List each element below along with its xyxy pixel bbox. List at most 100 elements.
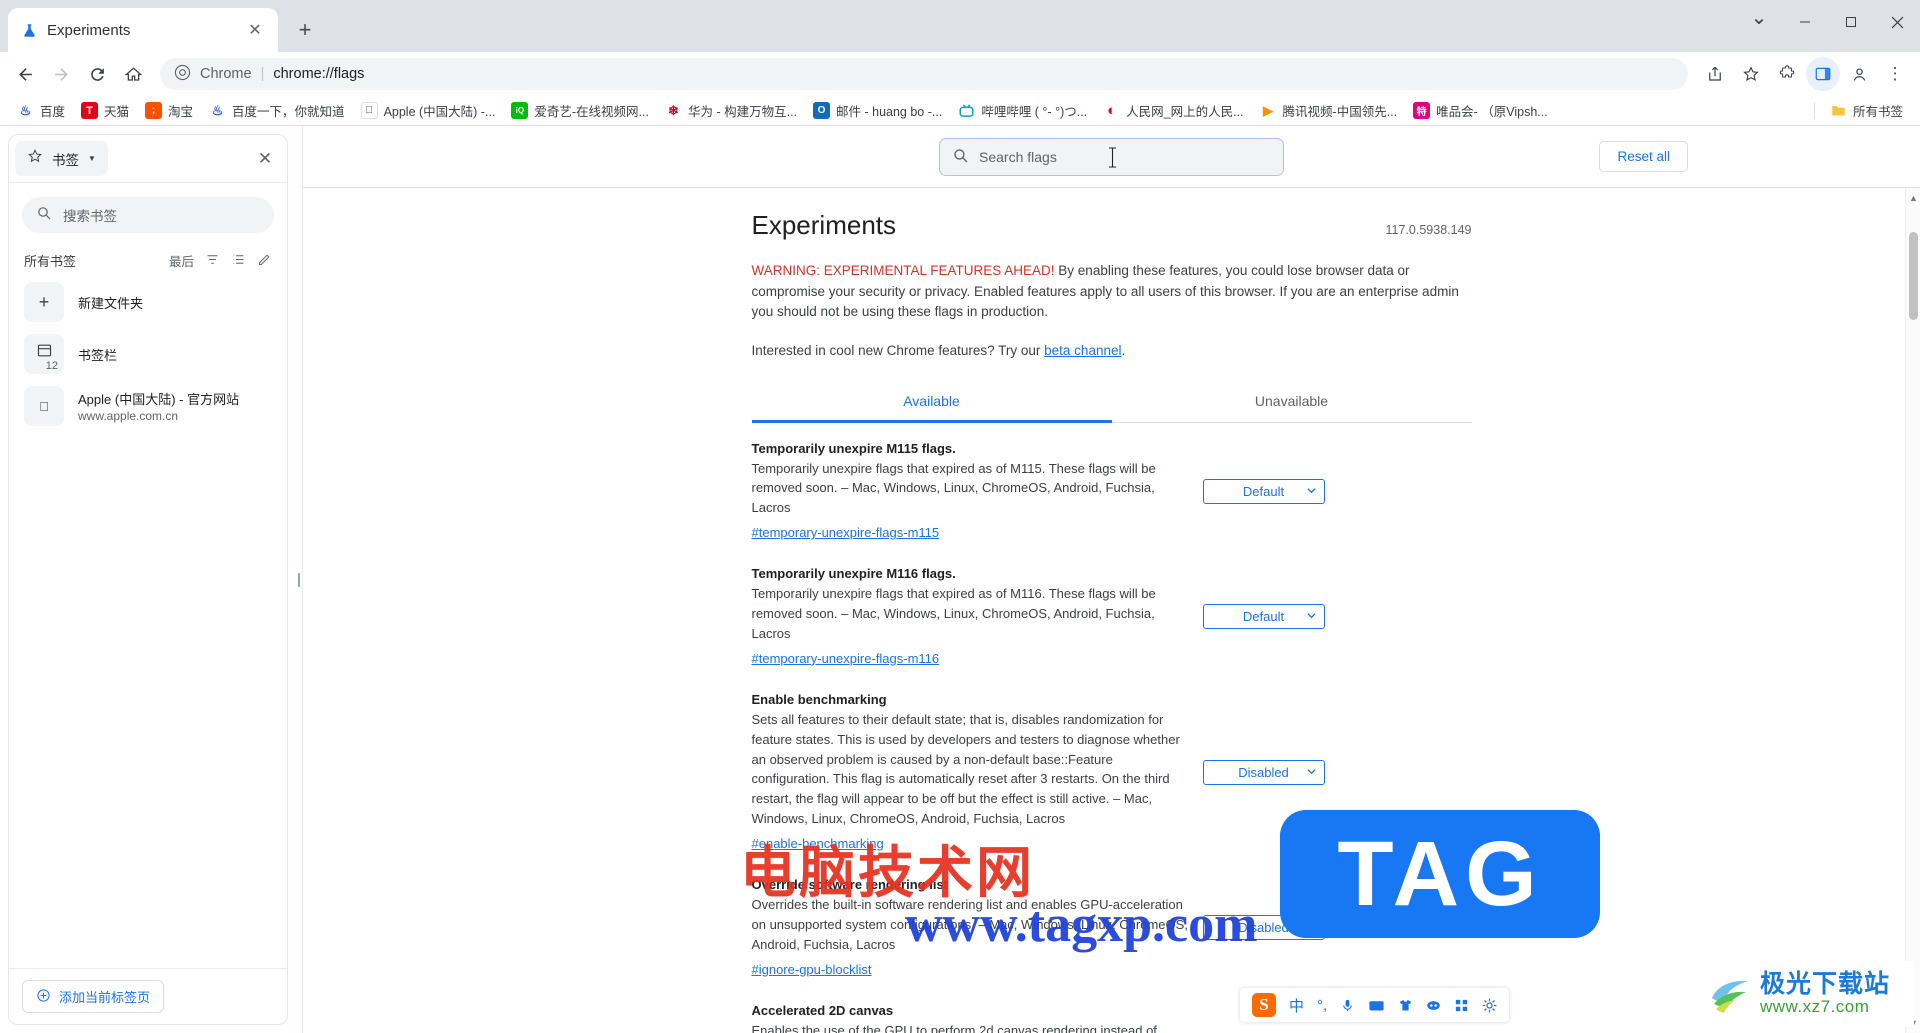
- filter-icon[interactable]: [205, 252, 220, 270]
- reload-button[interactable]: [80, 57, 114, 91]
- bookmarks-list-actions: 最后: [169, 251, 272, 270]
- profile-avatar-icon[interactable]: [1842, 57, 1876, 91]
- flag-entry: Enable benchmarking Sets all features to…: [752, 668, 1472, 853]
- list-item-title: Apple (中国大陆) - 官方网站: [78, 389, 239, 408]
- bookmark-item[interactable]: 哔哩哔哩 ( °- °)つ...: [951, 98, 1094, 123]
- side-panel-icon[interactable]: [1806, 57, 1840, 91]
- apps-icon[interactable]: [1454, 998, 1469, 1013]
- tmall-icon: T: [81, 102, 98, 119]
- flag-anchor-link[interactable]: #enable-benchmarking: [752, 836, 884, 851]
- tab-unavailable[interactable]: Unavailable: [1112, 382, 1472, 422]
- bookmark-item[interactable]: iQ 爱奇艺-在线视频网...: [504, 98, 656, 123]
- bookmarks-bar: ♨ 百度 T 天猫 �; 淘宝 ♨ 百度一下，你就知道  Apple (中国大…: [0, 96, 1920, 126]
- side-panel-selector[interactable]: 书签 ▼: [15, 141, 108, 176]
- outlook-icon: O: [813, 102, 830, 119]
- bookmark-item[interactable]: ▶ 腾讯视频-中国领先...: [1253, 98, 1405, 123]
- bookmark-label: 腾讯视频-中国领先...: [1283, 101, 1398, 120]
- add-current-tab-button[interactable]: 添加当前标签页: [22, 980, 164, 1013]
- pencil-icon[interactable]: [257, 252, 272, 270]
- page-scrollbar[interactable]: ▲ ▼: [1905, 188, 1920, 1033]
- shirt-icon[interactable]: [1398, 998, 1413, 1013]
- scroll-up-arrow[interactable]: ▲: [1906, 190, 1920, 206]
- browser-toolbar: Chrome | chrome://flags ⋮: [0, 52, 1920, 96]
- flag-entry: Temporarily unexpire M116 flags. Tempora…: [752, 542, 1472, 668]
- bookmark-item[interactable]: T 天猫: [74, 98, 136, 123]
- extensions-puzzle-icon[interactable]: [1770, 57, 1804, 91]
- close-button[interactable]: [1874, 2, 1920, 42]
- flag-entry: Override software rendering list Overrid…: [752, 853, 1472, 979]
- all-bookmarks-button[interactable]: 所有书签: [1823, 98, 1910, 123]
- flag-state-select[interactable]: Default: [1203, 604, 1325, 629]
- minimize-button[interactable]: [1782, 2, 1828, 42]
- bookmark-star-icon[interactable]: [1734, 57, 1768, 91]
- bookmark-item[interactable]: �; 淘宝: [138, 98, 200, 123]
- reset-all-button[interactable]: Reset all: [1599, 141, 1688, 172]
- chevron-down-icon: [1306, 765, 1317, 780]
- scroll-down-arrow[interactable]: ▼: [1906, 1015, 1920, 1031]
- flag-anchor-link[interactable]: #temporary-unexpire-flags-m116: [752, 651, 940, 666]
- gear-icon[interactable]: [1482, 998, 1497, 1013]
- share-icon[interactable]: [1698, 57, 1732, 91]
- side-panel-header: 书签 ▼ ✕: [9, 135, 287, 183]
- mic-icon[interactable]: [1340, 998, 1355, 1013]
- sogou-logo-icon[interactable]: S: [1252, 993, 1276, 1017]
- tab-available[interactable]: Available: [752, 382, 1112, 423]
- flags-scroll-region: Experiments 117.0.5938.149 WARNING: EXPE…: [303, 188, 1920, 1033]
- forward-button[interactable]: [44, 57, 78, 91]
- bookmarks-search-input[interactable]: 搜索书签: [22, 197, 274, 233]
- chevron-down-icon: ▼: [88, 154, 96, 163]
- bookmark-label: 爱奇艺-在线视频网...: [534, 101, 649, 120]
- beta-channel-link[interactable]: beta channel: [1044, 343, 1121, 358]
- flags-tabs: Available Unavailable: [752, 382, 1472, 423]
- browser-tab[interactable]: Experiments ✕: [8, 8, 278, 52]
- flag-info: Enable benchmarking Sets all features to…: [752, 692, 1189, 853]
- bookmark-label: 百度: [40, 101, 65, 120]
- list-item[interactable]: 12 书签栏: [9, 328, 287, 380]
- flag-info: Temporarily unexpire M115 flags. Tempora…: [752, 441, 1189, 543]
- list-view-icon[interactable]: [231, 252, 246, 270]
- baidu-icon: ♨: [17, 102, 34, 119]
- menu-icon[interactable]: ⋮: [1878, 57, 1912, 91]
- people-cn-icon: ◐: [1103, 102, 1120, 119]
- flag-state-select[interactable]: Default: [1203, 479, 1325, 504]
- home-button[interactable]: [116, 57, 150, 91]
- flag-anchor-link[interactable]: #temporary-unexpire-flags-m115: [752, 525, 940, 540]
- scrollbar-thumb[interactable]: [1909, 232, 1918, 320]
- flag-state-select[interactable]: Disabled: [1203, 760, 1325, 785]
- chevron-down-icon[interactable]: ⌄: [1736, 2, 1782, 42]
- new-folder-icon: +: [24, 282, 64, 322]
- back-button[interactable]: [8, 57, 42, 91]
- flags-page: Search flags Reset all Experiments 117.0…: [302, 126, 1920, 1033]
- maximize-button[interactable]: [1828, 2, 1874, 42]
- bookmark-item[interactable]:  Apple (中国大陆) -...: [354, 98, 503, 123]
- flag-anchor-link[interactable]: #ignore-gpu-blocklist: [752, 962, 872, 977]
- flags-search-bar: Search flags Reset all: [303, 126, 1920, 188]
- search-icon: [952, 147, 969, 167]
- bookmark-item[interactable]: ♨ 百度: [10, 98, 72, 123]
- bookmark-item[interactable]: ❄ 华为 - 构建万物互...: [658, 98, 804, 123]
- ime-language-toggle[interactable]: 中: [1289, 995, 1304, 1016]
- list-item[interactable]:  Apple (中国大陆) - 官方网站 www.apple.com.cn: [9, 380, 287, 432]
- bookmark-item[interactable]: O 邮件 - huang bo -...: [806, 98, 949, 123]
- add-current-tab-label: 添加当前标签页: [59, 987, 150, 1006]
- chevron-down-icon: [1306, 484, 1317, 499]
- bookmark-item[interactable]: 特 唯品会- （原Vipsh...: [1406, 98, 1555, 123]
- flag-state-select[interactable]: Disabled: [1203, 915, 1325, 940]
- close-icon[interactable]: ✕: [251, 145, 279, 173]
- ime-punctuation-toggle[interactable]: °,: [1317, 997, 1327, 1014]
- close-icon[interactable]: ✕: [244, 19, 266, 41]
- address-bar[interactable]: Chrome | chrome://flags: [160, 58, 1688, 90]
- bookmark-item[interactable]: ◐ 人民网_网上的人民...: [1096, 98, 1250, 123]
- bookmark-label: 唯品会- （原Vipsh...: [1436, 101, 1548, 120]
- flag-state-value: Default: [1243, 609, 1284, 624]
- search-flags-input[interactable]: Search flags: [939, 138, 1284, 176]
- flag-info: Temporarily unexpire M116 flags. Tempora…: [752, 566, 1189, 668]
- sort-label[interactable]: 最后: [169, 251, 194, 270]
- emoji-icon[interactable]: [1426, 998, 1441, 1013]
- new-tab-button[interactable]: +: [288, 13, 322, 47]
- all-bookmarks-heading: 所有书签: [24, 251, 76, 270]
- list-item[interactable]: + 新建文件夹: [9, 276, 287, 328]
- keyboard-icon[interactable]: [1368, 998, 1385, 1013]
- flags-header: Experiments 117.0.5938.149: [752, 210, 1472, 241]
- bookmark-item[interactable]: ♨ 百度一下，你就知道: [202, 98, 352, 123]
